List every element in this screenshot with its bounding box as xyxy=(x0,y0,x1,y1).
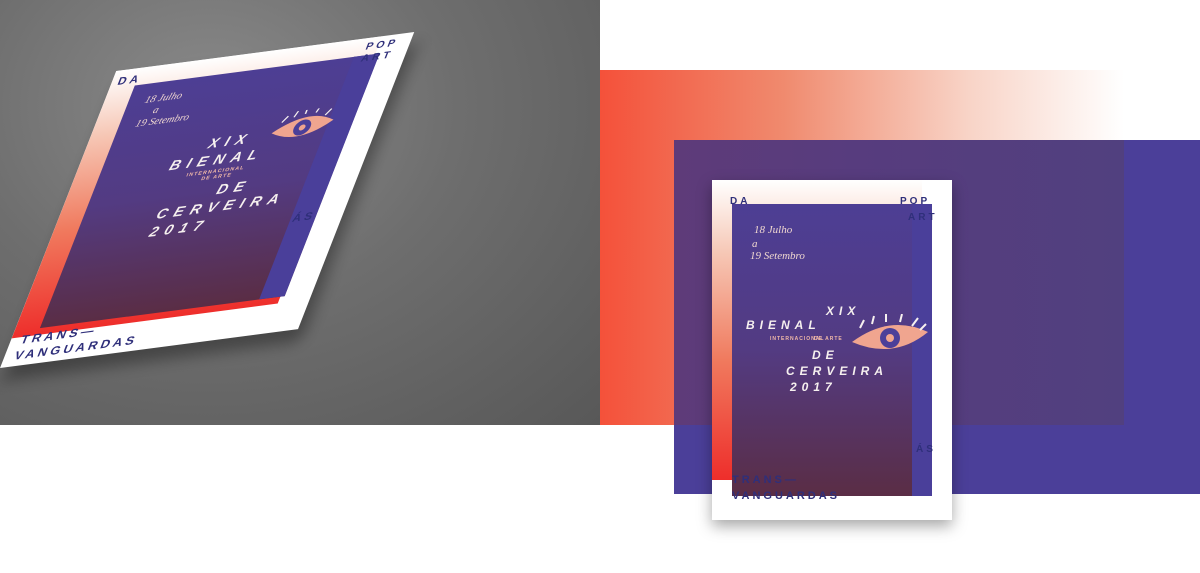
poster-top-right-2: ART xyxy=(908,212,938,223)
poster-side-word: ÁS xyxy=(916,444,936,455)
poster-front: DA POP ART 18 Julho a 19 Setembro XIX BI… xyxy=(712,180,952,520)
poster-subtitle-2: DE ARTE xyxy=(814,336,843,342)
poster-city: CERVEIRA xyxy=(786,364,889,378)
poster-bottom-1: TRANS— xyxy=(732,474,799,486)
poster-de: DE xyxy=(812,348,839,362)
poster-top-left: DA xyxy=(730,196,751,207)
poster-top-right-1: POP xyxy=(900,196,931,207)
poster-bottom-2: VANGUARDAS xyxy=(732,490,841,502)
poster-date-2: a xyxy=(752,238,758,250)
mockup-photo: DA POP ART 18 Julho a 19 Setembro XIX BI… xyxy=(0,0,600,425)
poster-date-1: 18 Julho xyxy=(754,224,793,236)
poster-side-word: ÁS xyxy=(290,210,318,225)
poster-date-3: 19 Setembro xyxy=(750,250,805,262)
eye-icon xyxy=(852,314,928,350)
poster-bienal: BIENAL xyxy=(746,318,821,332)
poster-year: 2017 xyxy=(790,380,837,394)
tilted-poster: DA POP ART 18 Julho a 19 Setembro XIX BI… xyxy=(0,13,563,425)
